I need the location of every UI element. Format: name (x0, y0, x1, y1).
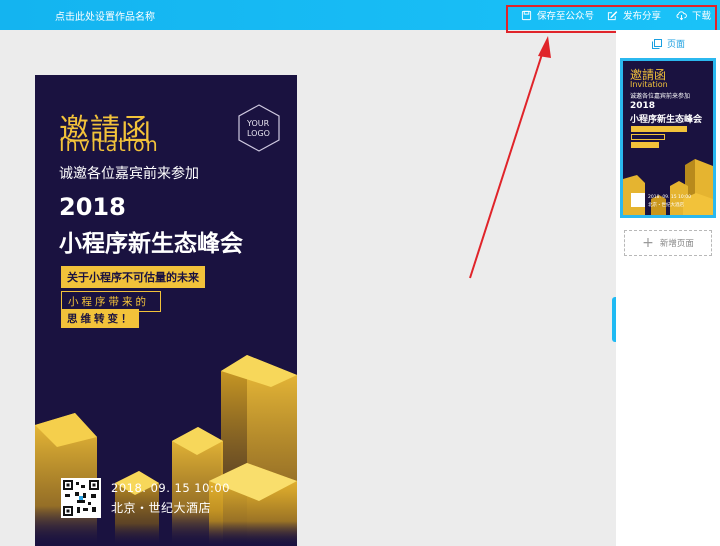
pages-icon (651, 38, 662, 49)
add-page-label: 新增页面 (659, 239, 694, 249)
invite-subtitle: 诚邀各位嘉宾前来参加 (59, 166, 199, 182)
add-page-button[interactable]: + 新增页面 (624, 230, 712, 256)
qr-code-pattern (63, 480, 99, 516)
thumb-title: 小程序新生态峰会 (630, 115, 703, 125)
plus-icon: + (642, 235, 654, 251)
thumb-qr-code (631, 193, 645, 207)
pages-tab[interactable]: 页面 (616, 30, 720, 57)
invitation-poster-canvas[interactable]: 邀請函 Invitation YOUR LOGO 诚邀各位嘉宾前来参加 2018… (35, 75, 297, 546)
page-thumbnail-selected[interactable]: 邀請函 Invitation 诚邀各位嘉宾前来参加 2018 小程序新生态峰会 … (620, 58, 716, 218)
thumb-year: 2018 (630, 101, 656, 111)
event-venue: 北京・世纪大酒店 (111, 501, 212, 515)
logo-hexagon (238, 104, 280, 152)
thumb-subtitle: 诚邀各位嘉宾前来参加 (630, 93, 691, 100)
pages-tab-label: 页面 (666, 40, 685, 50)
event-date: 2018. 09. 15 10:00 (111, 481, 230, 495)
logo-text-line2: LOGO (247, 129, 270, 138)
page-thumbnail-1: 邀請函 Invitation 诚邀各位嘉宾前来参加 2018 小程序新生态峰会 … (623, 61, 713, 215)
qr-code (61, 478, 101, 518)
thumb-invitation-en: Invitation (630, 80, 668, 89)
thumb-date: 2018. 09. 15 10:00 (648, 195, 692, 200)
thumb-venue: 北京・世纪大酒店 (648, 203, 684, 208)
event-year: 2018 (59, 193, 126, 221)
event-title: 小程序新生态峰会 (59, 231, 243, 257)
page-thumbnail-panel: 页面 邀請函 Invitation 诚邀各位嘉宾前来参加 2018 小程序新生态… (616, 30, 720, 546)
logo-text-line1: YOUR (247, 119, 270, 128)
invitation-en-heading: Invitation (59, 134, 159, 156)
